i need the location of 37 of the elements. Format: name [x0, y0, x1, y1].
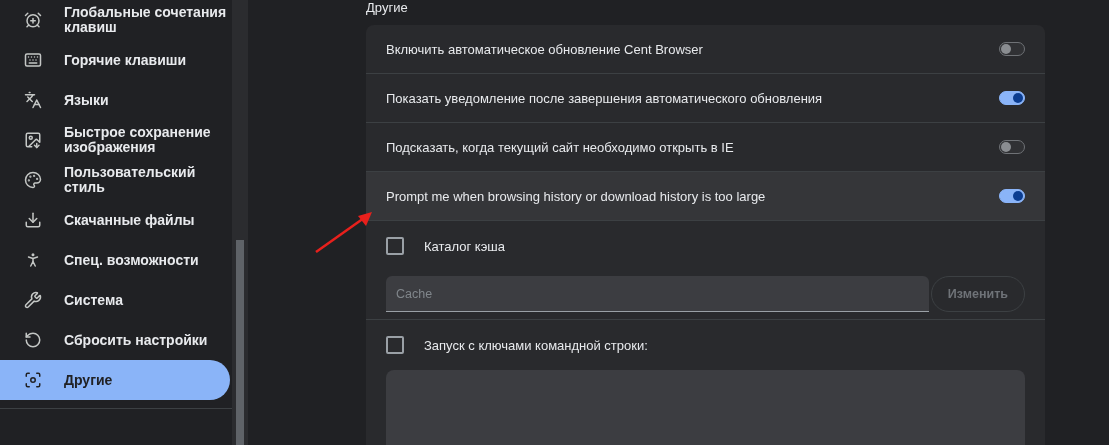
sidebar-item[interactable]: Система — [0, 280, 230, 320]
sidebar-item[interactable]: Пользовательский стиль — [0, 160, 230, 200]
setting-label: Включить автоматическое обновление Cent Browser — [386, 41, 703, 57]
reset-icon — [24, 331, 42, 349]
sidebar-item[interactable]: Сбросить настройки — [0, 320, 230, 360]
translate-icon — [24, 91, 42, 109]
sidebar-item[interactable]: Горячие клавиши — [0, 40, 230, 80]
setting-label: Подсказать, когда текущий сайт необходимо открыть в IE — [386, 139, 734, 155]
checkbox[interactable] — [386, 237, 404, 255]
toggle-switch[interactable] — [999, 189, 1025, 203]
setting-label: Показать уведомление после завершения автоматического обновления — [386, 90, 823, 106]
scrollbar[interactable] — [232, 0, 248, 445]
sidebar-item[interactable]: Скачанные файлы — [0, 200, 230, 240]
toggle-switch[interactable] — [999, 91, 1025, 105]
checkbox[interactable] — [386, 336, 404, 354]
setting-row[interactable]: Prompt me when browsing history or download history is too large — [366, 172, 1045, 221]
image-icon — [24, 131, 42, 149]
sidebar-item[interactable]: Быстрое сохранение изображения — [0, 120, 230, 160]
palette-icon — [24, 171, 42, 189]
section-title: Другие — [366, 0, 409, 17]
setting-row[interactable]: Показать уведомление после завершения автоматического обновления — [366, 74, 1045, 123]
sidebar-item[interactable]: Другие — [0, 360, 230, 400]
setting-row[interactable]: Включить автоматическое обновление Cent Browser — [366, 25, 1045, 74]
sidebar-item[interactable]: Языки — [0, 80, 230, 120]
checkbox-label: Запуск с ключами командной строки: — [424, 337, 648, 353]
sidebar-item[interactable]: Глобальные сочетания клавиш — [0, 0, 230, 40]
toggle-switch[interactable] — [999, 140, 1025, 154]
download-icon — [24, 211, 42, 229]
checkbox-label: Каталог кэша — [424, 238, 505, 254]
input-field[interactable]: Cache — [386, 276, 929, 312]
keyboard-icon — [24, 51, 42, 69]
focus-icon — [24, 371, 42, 389]
toggle-switch[interactable] — [999, 42, 1025, 56]
sidebar-item[interactable]: Спец. возможности — [0, 240, 230, 280]
wrench-icon — [24, 291, 42, 309]
setting-label: Prompt me when browsing history or download history is too large — [386, 188, 766, 204]
alarm-clock-plus-icon — [24, 11, 42, 29]
